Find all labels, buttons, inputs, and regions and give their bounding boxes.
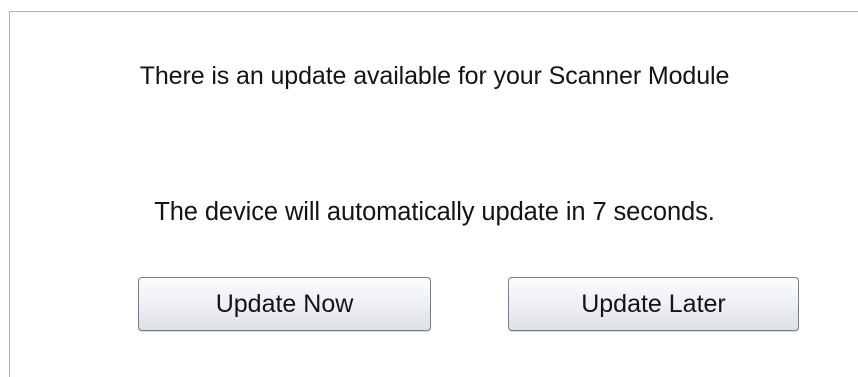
update-available-message: There is an update available for your Sc… xyxy=(139,62,730,90)
update-dialog: There is an update available for your Sc… xyxy=(9,11,858,377)
update-now-button[interactable]: Update Now xyxy=(138,277,431,331)
update-later-button[interactable]: Update Later xyxy=(508,277,799,331)
auto-update-countdown-message: The device will automatically update in … xyxy=(154,198,715,226)
